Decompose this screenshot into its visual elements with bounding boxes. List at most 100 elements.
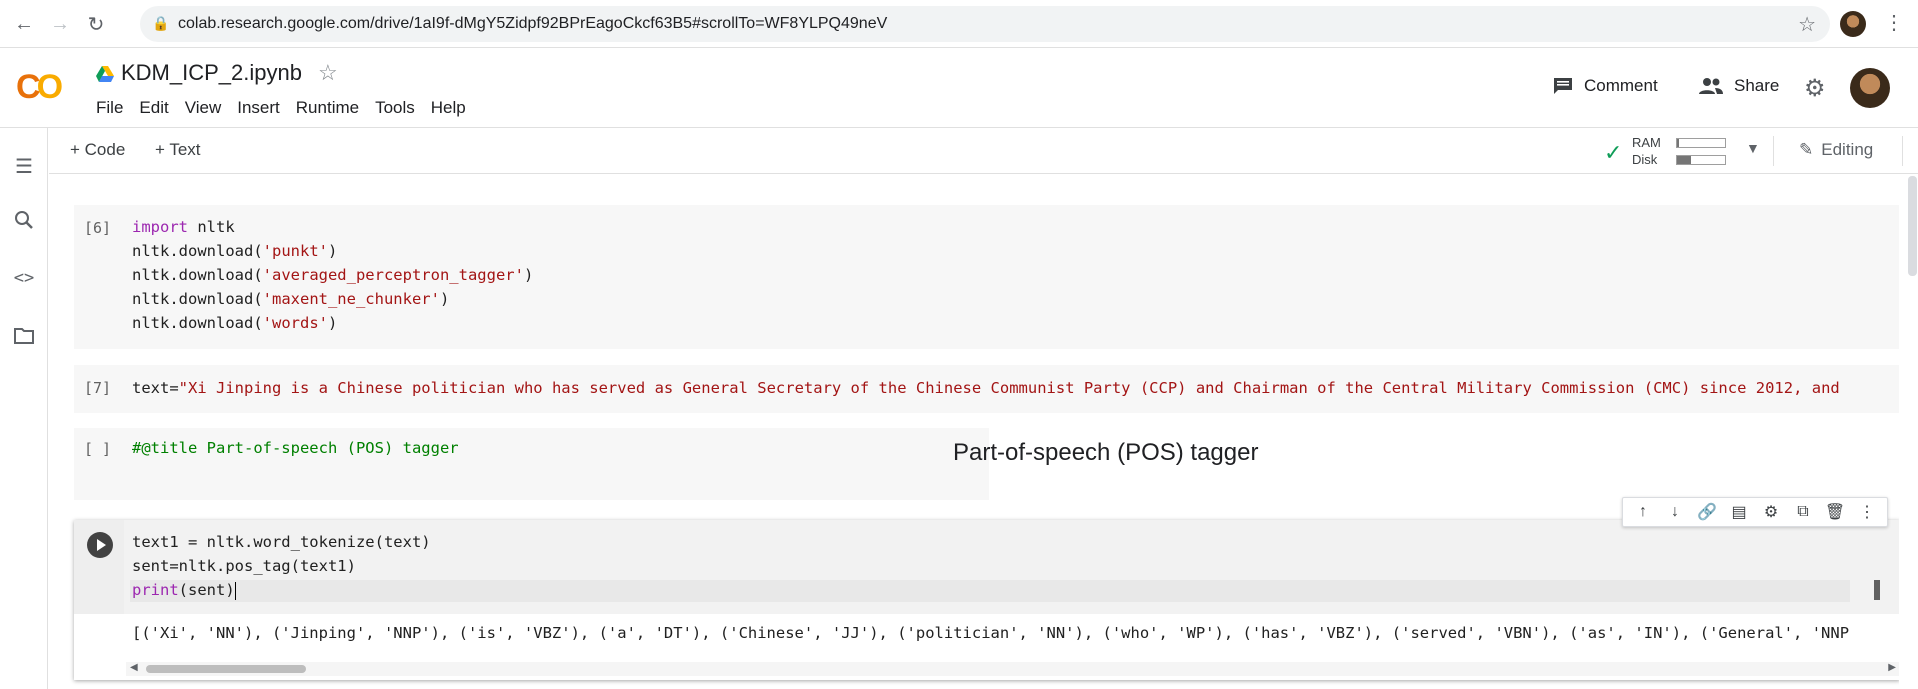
- toolbar-divider: [1773, 136, 1774, 166]
- mirror-icon[interactable]: ⧉: [1791, 503, 1815, 521]
- star-icon[interactable]: ☆: [318, 60, 338, 86]
- cell-source[interactable]: #@title Part-of-speech (POS) tagger: [132, 436, 459, 460]
- table-of-contents-icon[interactable]: ☰: [12, 154, 36, 178]
- menu-view[interactable]: View: [177, 98, 230, 118]
- code-token: 'punkt': [262, 242, 328, 260]
- add-text-label: Text: [169, 140, 201, 159]
- code-token: 'averaged_perceptron_tagger': [262, 266, 524, 284]
- disk-usage-fill: [1677, 156, 1692, 164]
- people-icon: [1699, 78, 1723, 94]
- code-snippets-icon[interactable]: <>: [12, 268, 36, 292]
- url-text: colab.research.google.com/drive/1aI9f-dM…: [178, 15, 888, 32]
- code-token: ): [439, 290, 450, 308]
- menu-tools[interactable]: Tools: [367, 98, 423, 118]
- share-label: Share: [1734, 76, 1780, 95]
- connected-check-icon: ✓: [1604, 140, 1623, 165]
- pencil-icon: ✎: [1799, 140, 1814, 159]
- ram-label: RAM: [1632, 135, 1661, 150]
- active-code-cell[interactable]: text1 = nltk.word_tokenize(text) sent=nl…: [74, 520, 1899, 680]
- cell-source[interactable]: import nltk nltk.download('punkt') nltk.…: [132, 215, 533, 335]
- arrow-up-icon[interactable]: ↑: [1631, 503, 1655, 521]
- code-token: 'maxent_ne_chunker': [262, 290, 440, 308]
- back-arrow-icon[interactable]: ←: [10, 10, 38, 38]
- runtime-dropdown-icon[interactable]: ▼: [1746, 140, 1760, 156]
- cell-execution-count: [ ]: [84, 440, 112, 458]
- ram-disk-indicator[interactable]: ✓ RAM Disk: [1604, 134, 1754, 168]
- menu-bar: File Edit View Insert Runtime Tools Help: [88, 98, 474, 118]
- notebook-area: [6] import nltk nltk.download('punkt') n…: [49, 175, 1899, 689]
- code-cell[interactable]: [7] text="Xi Jinping is a Chinese politi…: [74, 365, 1899, 413]
- account-avatar[interactable]: [1850, 68, 1890, 108]
- disk-usage-bar: [1676, 155, 1726, 165]
- browser-menu-icon[interactable]: ⋮: [1884, 10, 1904, 35]
- comment-button[interactable]: Comment: [1552, 76, 1658, 96]
- code-token: ): [327, 242, 338, 260]
- code-token: 'words': [262, 314, 328, 332]
- code-token: print: [132, 581, 179, 599]
- cell-execution-count: [6]: [84, 219, 112, 237]
- code-token: nltk.download(: [132, 290, 263, 308]
- arrow-down-icon[interactable]: ↓: [1663, 503, 1687, 521]
- code-token: nltk.download(: [132, 314, 263, 332]
- link-icon[interactable]: 🔗: [1695, 502, 1719, 522]
- cell-source[interactable]: text="Xi Jinping is a Chinese politician…: [132, 376, 1840, 400]
- google-drive-icon: [96, 66, 114, 82]
- cell-execution-count: [7]: [84, 379, 112, 397]
- add-code-label: Code: [84, 140, 126, 159]
- reload-icon[interactable]: ↻: [82, 10, 110, 38]
- left-sidebar: ☰ <>: [0, 128, 48, 689]
- run-cell-button[interactable]: [87, 532, 113, 558]
- code-line: text1 = nltk.word_tokenize(text): [132, 533, 431, 551]
- comment-icon: [1554, 78, 1572, 94]
- folder-icon[interactable]: [12, 326, 36, 350]
- menu-insert[interactable]: Insert: [229, 98, 288, 118]
- ram-usage-bar: [1676, 138, 1726, 148]
- code-token: "Xi Jinping is a Chinese politician who …: [178, 379, 1840, 397]
- address-bar[interactable]: 🔒 colab.research.google.com/drive/1aI9f-…: [140, 6, 1830, 42]
- cell-toolbar: ↑ ↓ 🔗 ▤ ⚙ ⧉ 🗑 ⋮: [1622, 497, 1888, 527]
- comment-icon[interactable]: ▤: [1727, 502, 1751, 522]
- more-vert-icon[interactable]: ⋮: [1855, 502, 1879, 522]
- text-cursor: [234, 581, 236, 600]
- cell-source[interactable]: text1 = nltk.word_tokenize(text) sent=nl…: [132, 530, 431, 602]
- browser-bar: ← → ↻ 🔒 colab.research.google.com/drive/…: [0, 0, 1918, 48]
- form-code-cell[interactable]: [ ] #@title Part-of-speech (POS) tagger: [74, 428, 989, 500]
- gear-icon[interactable]: ⚙: [1759, 502, 1783, 522]
- scroll-left-icon[interactable]: ◀: [130, 662, 138, 673]
- notebook-toolbar: + Code + Text ✓ RAM Disk ▼ ✎ Editing ⌃: [49, 128, 1918, 174]
- trash-icon[interactable]: 🗑: [1823, 502, 1847, 522]
- form-title: Part-of-speech (POS) tagger: [953, 439, 1259, 466]
- share-button[interactable]: Share: [1698, 76, 1779, 96]
- scrollbar-thumb[interactable]: [146, 665, 306, 673]
- forward-arrow-icon[interactable]: →: [46, 10, 74, 38]
- add-code-button[interactable]: + Code: [70, 140, 125, 160]
- menu-edit[interactable]: Edit: [131, 98, 176, 118]
- code-cell[interactable]: [6] import nltk nltk.download('punkt') n…: [74, 205, 1899, 349]
- code-token: nltk: [188, 218, 235, 236]
- scroll-right-icon[interactable]: ▶: [1888, 662, 1896, 673]
- bookmark-star-icon[interactable]: ☆: [1798, 12, 1816, 37]
- colab-logo[interactable]: CO: [16, 68, 63, 107]
- comment-label: Comment: [1584, 76, 1658, 95]
- editor-scroll-marker: [1874, 580, 1880, 600]
- editing-mode-button[interactable]: ✎ Editing: [1799, 140, 1873, 160]
- lock-icon: 🔒: [152, 15, 170, 31]
- browser-profile-avatar[interactable]: [1840, 11, 1866, 37]
- code-token: nltk.download(: [132, 266, 263, 284]
- toolbar-divider: [1902, 136, 1903, 166]
- vertical-scrollbar-thumb[interactable]: [1908, 176, 1917, 276]
- ram-usage-fill: [1677, 139, 1680, 147]
- menu-runtime[interactable]: Runtime: [288, 98, 367, 118]
- menu-help[interactable]: Help: [423, 98, 474, 118]
- search-icon[interactable]: [12, 210, 36, 234]
- notebook-title[interactable]: KDM_ICP_2.ipynb: [121, 60, 302, 86]
- code-token: (sent): [178, 581, 235, 599]
- editing-label: Editing: [1821, 140, 1874, 159]
- code-token: import: [132, 218, 188, 236]
- menu-file[interactable]: File: [88, 98, 131, 118]
- output-horizontal-scrollbar[interactable]: ◀ ▶: [126, 662, 1899, 676]
- settings-gear-icon[interactable]: ⚙: [1804, 74, 1826, 103]
- add-text-button[interactable]: + Text: [155, 140, 201, 160]
- code-token: nltk.download(: [132, 242, 263, 260]
- cell-output: [('Xi', 'NN'), ('Jinping', 'NNP'), ('is'…: [132, 624, 1850, 642]
